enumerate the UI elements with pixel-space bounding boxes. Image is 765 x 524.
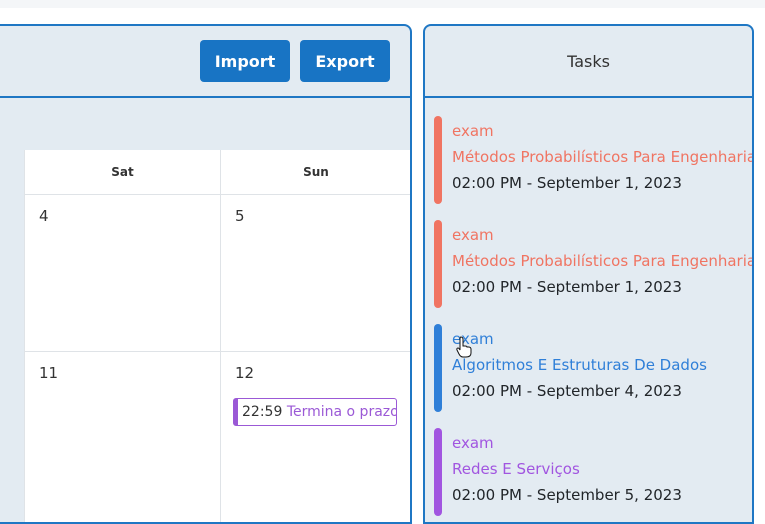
hand-cursor-icon [456,336,472,358]
task-type: exam [452,434,494,452]
day-number: 5 [235,207,245,225]
task-color-bar [434,116,442,204]
import-button[interactable]: Import [200,40,290,82]
tasks-panel: Tasks exam Métodos Probabilísticos Para … [423,24,754,524]
calendar-event[interactable]: 22:59 Termina o prazo [233,398,397,426]
calendar-toolbar: Import Export [0,26,410,98]
task-type: exam [452,226,494,244]
task-title: Redes E Serviços [452,460,580,478]
day-cell[interactable]: 5 [221,195,410,352]
task-color-bar [434,324,442,412]
event-time: 22:59 [242,404,283,420]
task-title: Algoritmos E Estruturas De Dados [452,356,707,374]
day-cell[interactable]: 12 22:59 Termina o prazo [221,352,410,522]
task-title: Métodos Probabilísticos Para Engenharia [452,252,754,270]
task-color-bar [434,220,442,308]
task-item[interactable]: exam Algoritmos E Estruturas De Dados 02… [434,324,752,412]
day-number: 12 [235,364,255,382]
day-number: 4 [39,207,49,225]
dow-sunday: Sun [303,165,329,179]
export-button[interactable]: Export [300,40,390,82]
task-date: 02:00 PM - September 4, 2023 [452,382,682,400]
calendar-panel: Import Export Sat Sun 4 5 11 12 22:59 Te… [0,24,412,524]
top-strip [0,0,765,8]
calendar-grid: Sat Sun 4 5 11 12 22:59 Termina o prazo [24,150,410,522]
dow-saturday: Sat [25,150,221,194]
task-item[interactable]: exam Redes E Serviços 02:00 PM - Septemb… [434,428,752,516]
event-title: Termina o prazo [286,404,397,420]
tasks-title: Tasks [425,26,752,98]
task-date: 02:00 PM - September 1, 2023 [452,174,682,192]
day-cell[interactable]: 11 [25,352,221,522]
task-item[interactable]: exam Métodos Probabilísticos Para Engenh… [434,220,754,308]
day-cell[interactable]: 4 [25,195,221,352]
task-type: exam [452,122,494,140]
task-date: 02:00 PM - September 5, 2023 [452,486,682,504]
task-color-bar [434,428,442,516]
day-of-week-header: Sat Sun [25,150,410,195]
calendar-band [0,98,410,150]
task-date: 02:00 PM - September 1, 2023 [452,278,682,296]
task-item[interactable]: exam Métodos Probabilísticos Para Engenh… [434,116,754,204]
day-number: 11 [39,364,59,382]
task-title: Métodos Probabilísticos Para Engenharia [452,148,754,166]
